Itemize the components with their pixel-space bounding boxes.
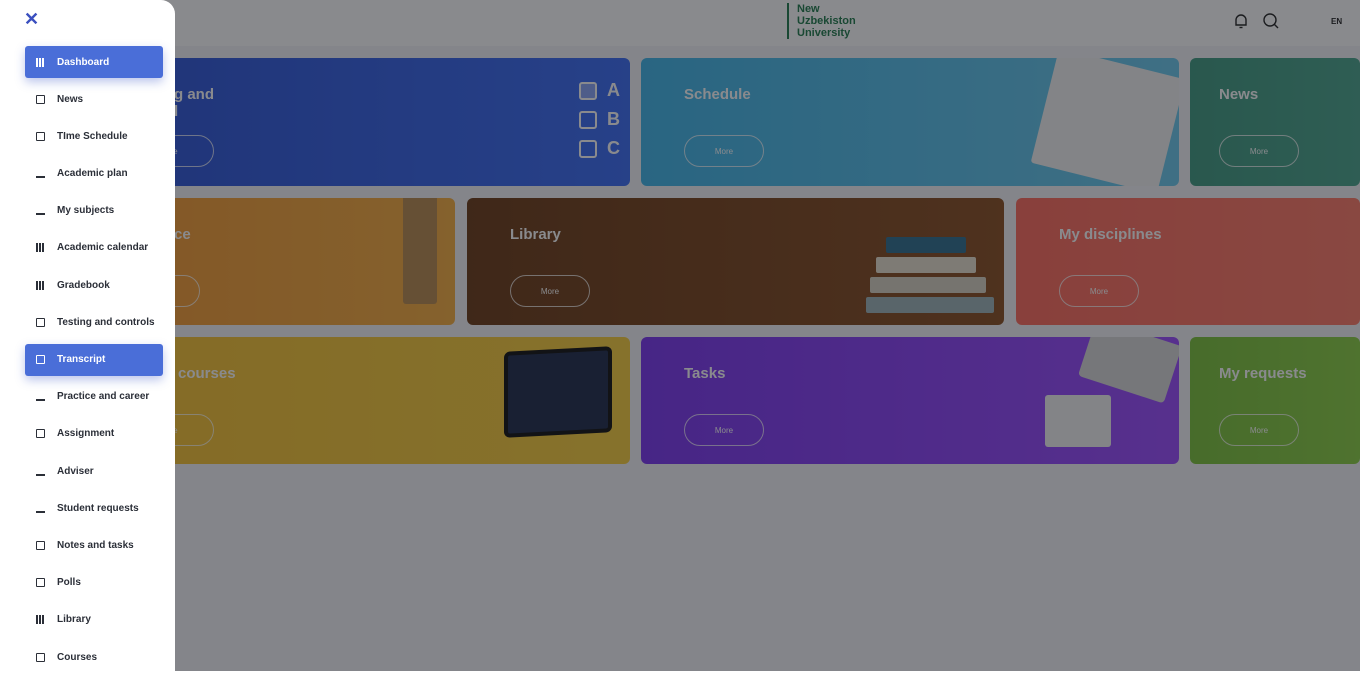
notes-icon [36, 540, 45, 550]
sidebar-item-notes-tasks[interactable]: Notes and tasks [25, 529, 163, 561]
subjects-icon [36, 206, 45, 216]
sidebar-item-label: Library [57, 614, 91, 626]
sidebar-item-courses[interactable]: Courses [25, 641, 163, 673]
sidebar-item-label: Testing and controls [57, 316, 155, 328]
sidebar-item-label: Assignment [57, 428, 115, 440]
dashboard-icon [36, 57, 45, 67]
sidebar-item-polls[interactable]: Polls [25, 567, 163, 599]
courses-icon [36, 652, 45, 662]
sidebar-item-student-requests[interactable]: Student requests [25, 492, 163, 524]
career-chart-icon [36, 392, 45, 402]
adviser-icon [36, 467, 45, 476]
polls-icon [36, 578, 45, 588]
gradebook-icon [36, 280, 45, 290]
sidebar-drawer: ✕ Dashboard News TIme Schedule Academic … [0, 0, 175, 672]
assignment-icon [36, 429, 45, 439]
sidebar-item-label: Transcript [57, 354, 106, 365]
library-icon [36, 615, 45, 625]
sidebar-item-practice-career[interactable]: Practice and career [25, 381, 163, 413]
sidebar-item-testing-controls[interactable]: Testing and controls [25, 306, 163, 338]
sidebar-item-label: Academic plan [57, 168, 128, 180]
sidebar-item-gradebook[interactable]: Gradebook [25, 269, 163, 301]
sidebar-item-academic-calendar[interactable]: Academic calendar [25, 232, 163, 264]
test-icon [36, 317, 45, 327]
sidebar-item-label: News [57, 93, 84, 105]
sidebar-item-time-schedule[interactable]: TIme Schedule [25, 120, 163, 152]
sidebar-item-assignment[interactable]: Assignment [25, 418, 163, 450]
sidebar-item-label: TIme Schedule [57, 130, 128, 142]
sidebar-item-adviser[interactable]: Adviser [25, 455, 163, 487]
requests-icon [36, 504, 45, 513]
close-icon[interactable]: ✕ [24, 10, 40, 28]
sidebar-item-label: Student requests [57, 502, 139, 514]
sidebar-item-label: My subjects [57, 205, 115, 217]
page-bottom-edge [0, 671, 1360, 676]
sidebar-item-news[interactable]: News [25, 83, 163, 115]
sidebar-item-library[interactable]: Library [25, 604, 163, 636]
sidebar-item-my-subjects[interactable]: My subjects [25, 195, 163, 227]
sidebar-item-label: Dashboard [57, 56, 110, 68]
sidebar-item-label: Gradebook [57, 279, 110, 291]
news-icon [36, 94, 45, 104]
modal-backdrop[interactable] [0, 0, 1360, 672]
calendar-grid-icon [36, 243, 45, 253]
sidebar-nav: Dashboard News TIme Schedule Academic pl… [25, 46, 163, 676]
sidebar-item-label: Polls [57, 577, 81, 589]
sidebar-item-label: Adviser [57, 465, 94, 477]
sidebar-item-label: Notes and tasks [57, 539, 134, 551]
sidebar-item-label: Courses [57, 651, 98, 663]
sidebar-item-label: Academic calendar [57, 242, 149, 254]
sidebar-item-dashboard[interactable]: Dashboard [25, 46, 163, 78]
sidebar-item-transcript[interactable]: Transcript [25, 343, 163, 376]
sidebar-item-academic-plan[interactable]: Academic plan [25, 158, 163, 190]
transcript-icon [36, 355, 45, 364]
graduation-cap-icon [36, 169, 45, 179]
calendar-icon [36, 131, 45, 141]
sidebar-item-label: Practice and career [57, 391, 150, 403]
